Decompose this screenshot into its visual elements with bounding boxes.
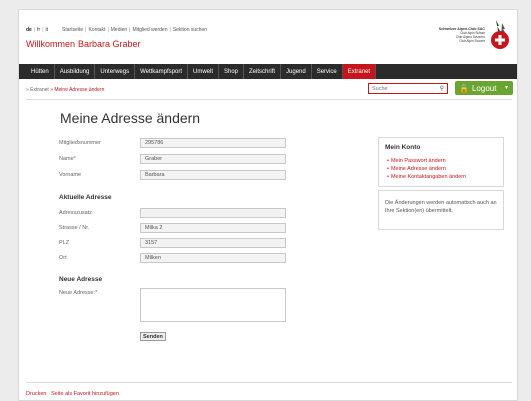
link-kontakt[interactable]: Kontakt [88, 27, 105, 33]
sac-logo-icon[interactable] [488, 18, 512, 50]
nav-unterwegs[interactable]: Unterwegs [95, 64, 136, 79]
member-number-label: Mitgliedsnummer [59, 140, 101, 146]
member-number-field: 295786 [140, 138, 286, 148]
lock-icon: 🔒 [459, 83, 469, 93]
breadcrumb: » Extranet » Meine Adresse ändern [26, 87, 104, 93]
nav-service[interactable]: Service [312, 64, 343, 79]
current-address-heading: Aktuelle Adresse [59, 194, 112, 201]
topbar: de | fr | it Startseite | Kontakt | Medi… [26, 27, 208, 33]
account-links: Mein Passwort ändern Meine Adresse änder… [387, 157, 466, 181]
new-address-heading: Neue Adresse [59, 276, 103, 283]
zip-label: PLZ [59, 240, 70, 246]
city-field: Milken [140, 253, 286, 263]
link-change-address[interactable]: Meine Adresse ändern [387, 165, 466, 173]
breadcrumb-root[interactable]: » Extranet [26, 87, 49, 93]
user-name: Barbara Graber [78, 39, 141, 49]
nav-shop[interactable]: Shop [219, 64, 245, 79]
main-nav: Hütten Ausbildung Unterwegs Wettkampfspo… [19, 64, 517, 79]
zip-field: 3157 [140, 238, 286, 248]
nav-zeitschrift[interactable]: Zeitschrift [244, 64, 282, 79]
logout-button[interactable]: 🔒 Logout ▾ [455, 81, 513, 95]
print-link[interactable]: Drucken [26, 391, 46, 397]
street-label: Strasse / Nr. [59, 225, 90, 231]
footer-links: Drucken Seite als Favorit hinzufügen [26, 391, 122, 397]
nav-jugend[interactable]: Jugend [281, 64, 312, 79]
nav-ausbildung[interactable]: Ausbildung [55, 64, 96, 79]
info-box: Die Änderungen werden automatisch auch a… [378, 190, 504, 230]
chevron-down-icon: ▾ [504, 85, 508, 91]
page-title: Meine Adresse ändern [60, 110, 201, 126]
new-address-input[interactable] [140, 288, 286, 322]
street-field: Milka 2 [140, 223, 286, 233]
firstname-label: Vorname [59, 172, 82, 178]
divider [26, 99, 512, 100]
link-mitglied-werden[interactable]: Mitglied werden [132, 27, 167, 33]
page: de | fr | it Startseite | Kontakt | Medi… [18, 9, 518, 401]
submit-button[interactable]: Senden [140, 332, 166, 341]
lang-de[interactable]: de [26, 27, 32, 33]
nav-umwelt[interactable]: Umwelt [188, 64, 219, 79]
addr-extra-field [140, 208, 286, 218]
name-label: Name* [59, 156, 76, 162]
lang-it[interactable]: it [46, 27, 49, 33]
firstname-field: Barbara [140, 170, 286, 180]
link-change-password[interactable]: Mein Passwort ändern [387, 157, 466, 165]
footer-divider [26, 382, 512, 383]
nav-extranet[interactable]: Extranet [342, 64, 377, 79]
link-change-contact[interactable]: Meine Kontaktangaben ändern [387, 173, 466, 181]
lang-fr[interactable]: fr [37, 27, 40, 33]
search-box: ⚲ [368, 83, 448, 94]
account-box: Mein Konto Mein Passwort ändern Meine Ad… [378, 137, 504, 187]
search-icon[interactable]: ⚲ [440, 85, 444, 92]
account-title: Mein Konto [385, 144, 421, 151]
link-startseite[interactable]: Startseite [62, 27, 83, 33]
new-address-label: Neue Adresse:* [59, 290, 98, 296]
top-links: Startseite | Kontakt | Medien | Mitglied… [62, 27, 208, 33]
name-field: Graber [140, 154, 286, 164]
welcome-message: Willkommen Barbara Graber [26, 39, 141, 49]
logo-text: Schweizer Alpen-Club SAC Club Alpin Suis… [438, 27, 485, 43]
link-sektion-suchen[interactable]: Sektion suchen [173, 27, 207, 33]
link-medien[interactable]: Medien [111, 27, 127, 33]
city-label: Ort [59, 255, 67, 261]
favorite-link[interactable]: Seite als Favorit hinzufügen [51, 391, 119, 397]
breadcrumb-current[interactable]: » Meine Adresse ändern [50, 87, 104, 93]
addr-extra-label: Adresszusatz [59, 210, 93, 216]
nav-huetten[interactable]: Hütten [26, 64, 55, 79]
search-input[interactable] [372, 85, 432, 92]
nav-wettkampfsport[interactable]: Wettkampfsport [135, 64, 188, 79]
info-text: Die Änderungen werden automatisch auch a… [385, 200, 497, 214]
